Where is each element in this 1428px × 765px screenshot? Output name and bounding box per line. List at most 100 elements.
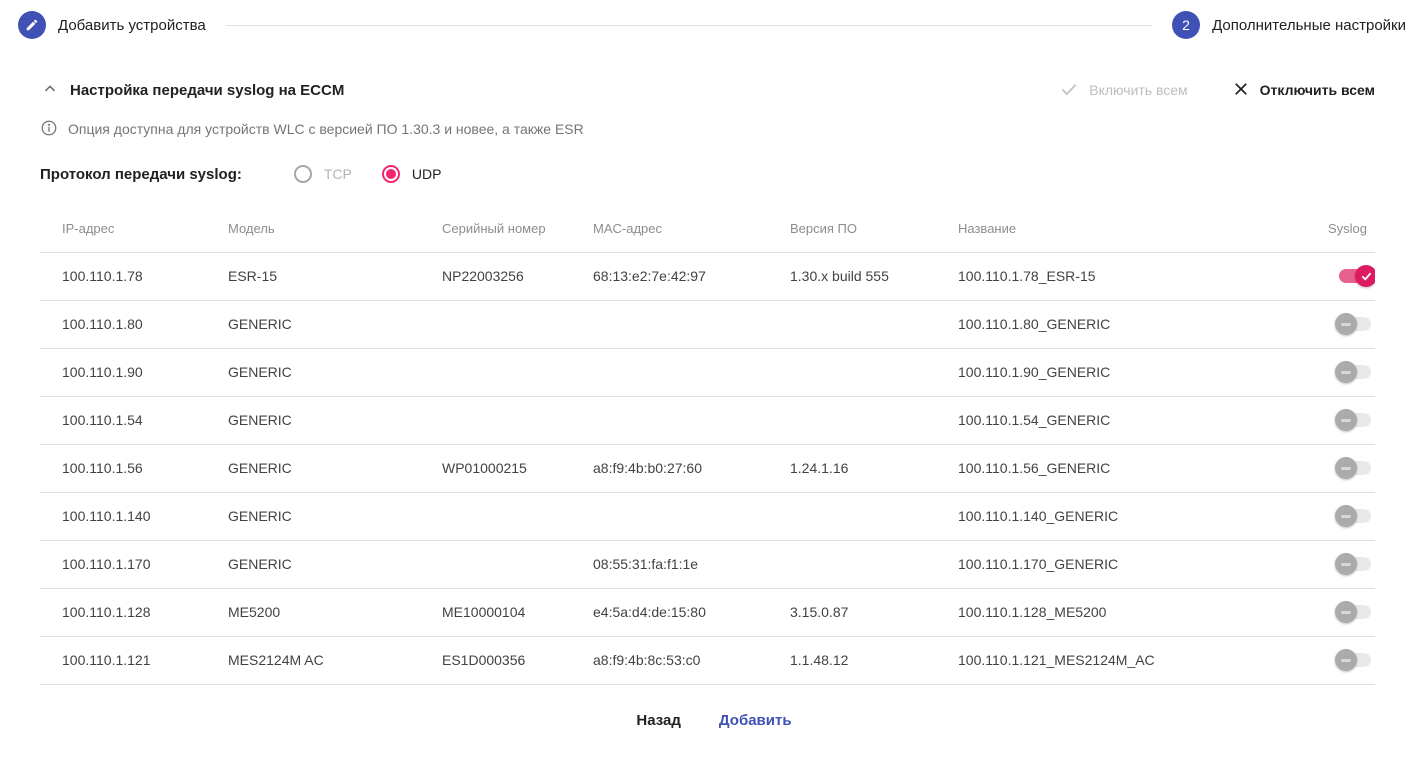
cell-serial: NP22003256 [442,252,593,300]
syslog-toggle[interactable] [1337,601,1373,623]
table-row: 100.110.1.56 GENERIC WP01000215 a8:f9:4b… [40,444,1375,492]
col-model: Модель [228,206,442,252]
col-mac: MAC-адрес [593,206,790,252]
check-icon [1360,270,1373,283]
table-row: 100.110.1.121 MES2124M AC ES1D000356 a8:… [40,636,1375,684]
disable-all-label: Отключить всем [1260,82,1375,98]
minus-icon [1341,419,1351,422]
enable-all-button[interactable]: Включить всем [1059,79,1187,102]
cell-mac: a8:f9:4b:b0:27:60 [593,444,790,492]
cell-model: GENERIC [228,492,442,540]
add-button[interactable]: Добавить [707,704,804,737]
cell-mac: 68:13:e2:7e:42:97 [593,252,790,300]
cell-mac [593,348,790,396]
cell-ip: 100.110.1.121 [40,636,228,684]
cell-name: 100.110.1.78_ESR-15 [958,252,1260,300]
cell-version: 3.15.0.87 [790,588,958,636]
cell-version [790,300,958,348]
minus-icon [1341,563,1351,566]
minus-icon [1341,659,1351,662]
cell-serial [442,492,593,540]
additional-settings-panel: Настройка передачи syslog на ECCM Включи… [0,74,1428,739]
info-note: Опция доступна для устройств WLC с верси… [40,116,1375,142]
radio-tcp-label: TCP [324,166,352,182]
cell-serial [442,396,593,444]
cell-model: GENERIC [228,540,442,588]
cell-version [790,348,958,396]
cell-ip: 100.110.1.78 [40,252,228,300]
minus-icon [1341,371,1351,374]
protocol-label: Протокол передачи syslog: [40,166,242,183]
syslog-toggle[interactable] [1337,649,1373,671]
minus-icon [1341,611,1351,614]
section-title: Настройка передачи syslog на ECCM [70,82,344,99]
info-text: Опция доступна для устройств WLC с верси… [68,121,584,137]
cell-ip: 100.110.1.90 [40,348,228,396]
cell-version [790,492,958,540]
cell-syslog [1260,300,1375,348]
device-table: IP-адрес Модель Серийный номер MAC-адрес… [40,206,1375,685]
pencil-icon [18,11,46,39]
back-button[interactable]: Назад [624,704,692,737]
step-2-additional-settings[interactable]: 2 Дополнительные настройки [1172,11,1406,39]
syslog-toggle[interactable] [1337,457,1373,479]
cell-version [790,540,958,588]
table-row: 100.110.1.170 GENERIC 08:55:31:fa:f1:1e … [40,540,1375,588]
syslog-toggle[interactable] [1337,505,1373,527]
toggle-thumb [1335,505,1357,527]
disable-all-button[interactable]: Отключить всем [1232,80,1375,101]
col-syslog: Syslog [1260,206,1375,252]
col-ip: IP-адрес [40,206,228,252]
step-1-add-devices[interactable]: Добавить устройства [18,11,206,39]
cell-mac: a8:f9:4b:8c:53:c0 [593,636,790,684]
cell-serial: WP01000215 [442,444,593,492]
cell-name: 100.110.1.140_GENERIC [958,492,1260,540]
section-actions: Включить всем Отключить всем [1059,79,1375,102]
stepper-connector [226,25,1152,26]
cell-serial [442,300,593,348]
toggle-thumb [1335,361,1357,383]
syslog-toggle[interactable] [1337,265,1373,287]
radio-circle-icon [294,165,312,183]
syslog-toggle[interactable] [1337,361,1373,383]
cell-serial: ES1D000356 [442,636,593,684]
cell-syslog [1260,348,1375,396]
cell-name: 100.110.1.54_GENERIC [958,396,1260,444]
radio-tcp[interactable]: TCP [294,165,352,183]
cell-model: ME5200 [228,588,442,636]
wizard-footer: Назад Добавить [0,703,1428,739]
toggle-thumb [1335,409,1357,431]
cell-syslog [1260,588,1375,636]
collapse-section-button[interactable] [40,80,60,100]
cell-syslog [1260,540,1375,588]
add-devices-wizard: Добавить устройства 2 Дополнительные нас… [0,0,1428,739]
radio-circle-selected-icon [382,165,400,183]
enable-all-label: Включить всем [1089,82,1187,98]
toggle-thumb [1335,457,1357,479]
radio-udp[interactable]: UDP [382,165,442,183]
cell-mac [593,396,790,444]
minus-icon [1341,323,1351,326]
cell-name: 100.110.1.90_GENERIC [958,348,1260,396]
step-1-label: Добавить устройства [58,17,206,34]
cell-name: 100.110.1.80_GENERIC [958,300,1260,348]
table-header-row: IP-адрес Модель Серийный номер MAC-адрес… [40,206,1375,252]
cell-name: 100.110.1.128_ME5200 [958,588,1260,636]
minus-icon [1341,515,1351,518]
table-row: 100.110.1.128 ME5200 ME10000104 e4:5a:d4… [40,588,1375,636]
toggle-thumb [1335,313,1357,335]
syslog-toggle[interactable] [1337,409,1373,431]
table-row: 100.110.1.140 GENERIC 100.110.1.140_GENE… [40,492,1375,540]
info-icon [40,119,58,140]
cell-serial: ME10000104 [442,588,593,636]
table-row: 100.110.1.90 GENERIC 100.110.1.90_GENERI… [40,348,1375,396]
col-serial: Серийный номер [442,206,593,252]
syslog-section-header: Настройка передачи syslog на ECCM Включи… [40,74,1375,106]
syslog-toggle[interactable] [1337,313,1373,335]
cell-model: MES2124M AC [228,636,442,684]
cell-model: GENERIC [228,396,442,444]
cell-syslog [1260,252,1375,300]
cell-serial [442,540,593,588]
cell-syslog [1260,492,1375,540]
syslog-toggle[interactable] [1337,553,1373,575]
